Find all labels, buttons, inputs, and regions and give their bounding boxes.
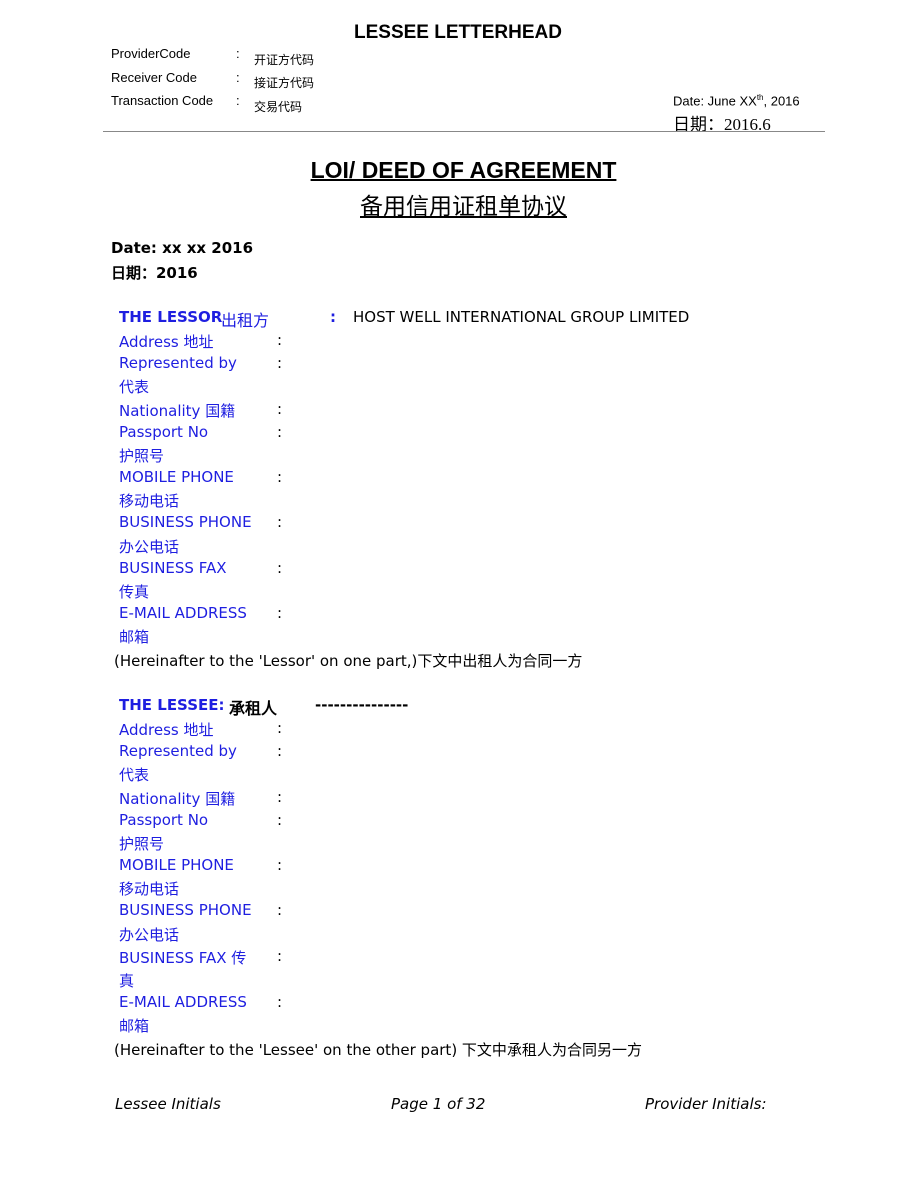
lessor-business-phone-label: BUSINESS PHONE [119,513,252,531]
lessee-nationality-label: Nationality 国籍 [119,790,236,808]
lessor-represented-label: Represented by [119,354,237,372]
lessee-fax-label-cn: 真 [119,972,135,990]
lessor-address-label: Address 地址 [119,333,214,351]
transaction-code-colon: : [236,93,240,108]
lessee-mobile-label: MOBILE PHONE [119,856,234,874]
provider-code-colon: : [236,46,240,61]
document-title: LOI/ DEED OF AGREEMENT [310,157,617,183]
lessee-passport-label-cn: 护照号 [119,835,165,853]
lessee-represented-label: Represented by [119,742,237,760]
lessee-mobile-colon: : [277,856,283,874]
document-title-cn: 备用信用证租单协议 [360,194,567,220]
receiver-code-colon: : [236,70,240,85]
lessor-passport-colon: : [277,423,283,441]
lessee-fax-label: BUSINESS FAX 传 [119,949,247,967]
lessor-business-phone-label-cn: 办公电话 [119,538,180,556]
lessor-email-label-cn: 邮箱 [119,628,150,646]
lessee-address-colon: : [277,719,283,737]
lessee-passport-label: Passport No [119,811,209,829]
letterhead-date: Date: June XXth, 2016 [673,93,800,109]
lessee-business-phone-label-cn: 办公电话 [119,926,180,944]
lessee-fax-colon: : [277,947,283,965]
lessor-name: HOST WELL INTERNATIONAL GROUP LIMITED [353,308,690,326]
lessor-heading-cn: 出租方 [221,311,270,330]
footer-page-number: Page 1 of 32 [391,1095,486,1113]
lessor-email-label: E-MAIL ADDRESS [119,604,247,622]
lessor-email-colon: : [277,604,283,622]
lessor-represented-colon: : [277,354,283,372]
lessee-heading: THE LESSEE: [119,696,225,714]
lessor-business-phone-colon: : [277,513,283,531]
lessor-fax-label-cn: 传真 [119,583,150,601]
receiver-code-label: Receiver Code [111,70,197,85]
lessor-nationality-label: Nationality 国籍 [119,402,236,420]
lessee-mobile-label-cn: 移动电话 [119,880,180,898]
lessee-nationality-colon: : [277,788,283,806]
lessee-heading-cn: 承租人 [229,699,278,718]
lessor-note: (Hereinafter to the 'Lessor' on one part… [114,652,583,670]
lessee-note: (Hereinafter to the 'Lessee' on the othe… [114,1041,642,1059]
lessor-passport-label: Passport No [119,423,209,441]
lessor-fax-colon: : [277,559,283,577]
lessee-email-label: E-MAIL ADDRESS [119,993,247,1011]
lessee-name-placeholder: --------------- [315,696,409,714]
transaction-code-value: 交易代码 [254,100,303,114]
agreement-date: Date: xx xx 2016 [111,239,254,257]
agreement-date-cn: 日期：2016 [111,264,198,282]
lessor-mobile-label: MOBILE PHONE [119,468,234,486]
header-divider [103,131,825,132]
receiver-code-value: 接证方代码 [254,76,315,90]
lessee-passport-colon: : [277,811,283,829]
lessor-fax-label: BUSINESS FAX [119,559,227,577]
transaction-code-label: Transaction Code [111,93,214,108]
lessee-email-colon: : [277,993,283,1011]
lessor-represented-label-cn: 代表 [119,378,150,396]
lessor-colon: : [330,308,336,326]
letterhead-title: LESSEE LETTERHEAD [354,22,562,43]
provider-code-label: ProviderCode [111,46,191,61]
footer-provider-initials: Provider Initials: [645,1095,767,1113]
provider-code-value: 开证方代码 [254,53,315,67]
lessor-address-colon: : [277,331,283,349]
lessor-passport-label-cn: 护照号 [119,447,165,465]
lessee-email-label-cn: 邮箱 [119,1017,150,1035]
lessee-represented-label-cn: 代表 [119,766,150,784]
lessee-address-label: Address 地址 [119,721,214,739]
lessee-represented-colon: : [277,742,283,760]
lessee-business-phone-label: BUSINESS PHONE [119,901,252,919]
footer-lessee-initials: Lessee Initials [115,1095,221,1113]
lessee-business-phone-colon: : [277,901,283,919]
lessor-heading: THE LESSOR [119,308,223,326]
lessor-mobile-colon: : [277,468,283,486]
lessor-nationality-colon: : [277,400,283,418]
lessor-mobile-label-cn: 移动电话 [119,492,180,510]
